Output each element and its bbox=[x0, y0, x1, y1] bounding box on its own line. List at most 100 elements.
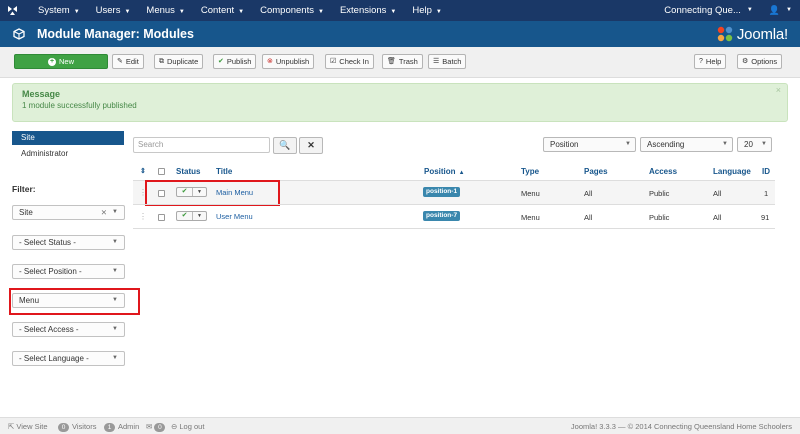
close-icon[interactable]: × bbox=[776, 85, 781, 95]
direction-select[interactable]: Ascending ▼ bbox=[640, 137, 733, 152]
page-header: Module Manager: Modules Joomla! bbox=[0, 21, 800, 47]
module-pages: All bbox=[584, 189, 593, 198]
filter-position-select[interactable]: - Select Position - ▼ bbox=[12, 264, 125, 279]
divider bbox=[133, 228, 775, 229]
logout-link[interactable]: ⊖ Log out bbox=[171, 418, 204, 434]
module-id: 1 bbox=[764, 189, 769, 198]
footer-copyright: Joomla! 3.3.3 — © 2014 Connecting Queens… bbox=[570, 422, 792, 431]
header-status[interactable]: Status bbox=[176, 167, 200, 176]
position-badge: position-7 bbox=[423, 211, 461, 221]
chevron-down-icon: ▼ bbox=[625, 141, 631, 147]
caret-down-icon: ▼ bbox=[178, 9, 185, 15]
caret-down-icon[interactable]: ▼ bbox=[193, 212, 206, 220]
module-type: Menu bbox=[521, 189, 540, 198]
batch-icon: ☰ bbox=[433, 58, 440, 65]
ordering-select[interactable]: Position ▼ bbox=[543, 137, 636, 152]
site-name-link[interactable]: Connecting Que... bbox=[664, 0, 741, 21]
highlight-box bbox=[9, 288, 140, 315]
sidebar-item-site[interactable]: Site bbox=[12, 131, 124, 145]
clear-search-button[interactable]: ✕ bbox=[299, 137, 323, 154]
edit-icon: ✎ bbox=[117, 58, 123, 65]
success-message: Message 1 module successfully published … bbox=[12, 83, 788, 122]
module-access: Public bbox=[649, 213, 670, 222]
header-access[interactable]: Access bbox=[649, 167, 677, 176]
mail-icon: ✉ bbox=[146, 422, 153, 431]
module-id: 91 bbox=[761, 213, 770, 222]
top-nav: System ▼ Users ▼ Menus ▼ Content ▼ Component… bbox=[0, 0, 800, 21]
search-button[interactable]: 🔍 bbox=[273, 137, 297, 154]
menu-menus[interactable]: Menus ▼ bbox=[146, 0, 184, 21]
unpublish-button[interactable]: ⊗ Unpublish bbox=[262, 54, 315, 69]
caret-down-icon: ▼ bbox=[238, 9, 245, 15]
module-language: All bbox=[713, 189, 722, 198]
publish-button[interactable]: ✔ Publish bbox=[213, 54, 257, 69]
toolbar: + New ✎ Edit ⧉ Duplicate ✔ Publish ⊗ Unpublis… bbox=[0, 47, 800, 78]
caret-down-icon: ▼ bbox=[786, 7, 792, 13]
header-id[interactable]: ID bbox=[762, 167, 770, 176]
header-pages[interactable]: Pages bbox=[584, 167, 608, 176]
sidebar-item-administrator[interactable]: Administrator bbox=[12, 147, 124, 161]
chevron-down-icon: ▼ bbox=[112, 209, 118, 215]
chevron-down-icon: ▼ bbox=[761, 141, 767, 147]
menu-components[interactable]: Components ▼ bbox=[260, 0, 324, 21]
menu-content[interactable]: Content ▼ bbox=[201, 0, 244, 21]
batch-button[interactable]: ☰ Batch bbox=[428, 54, 467, 69]
module-type: Menu bbox=[521, 213, 540, 222]
joomla-brand: Joomla! bbox=[716, 25, 788, 43]
messages-indicator[interactable]: ✉ 0 bbox=[146, 418, 168, 434]
joomla-logo-icon[interactable] bbox=[6, 4, 19, 17]
row-checkbox[interactable] bbox=[158, 214, 165, 221]
view-site-link[interactable]: ⇱ View Site bbox=[8, 418, 48, 434]
caret-down-icon: ▼ bbox=[390, 9, 397, 15]
module-title-link[interactable]: User Menu bbox=[216, 212, 253, 221]
caret-down-icon: ▼ bbox=[73, 9, 80, 15]
caret-down-icon: ▼ bbox=[124, 9, 131, 15]
edit-button[interactable]: ✎ Edit bbox=[112, 54, 144, 69]
menu-users[interactable]: Users ▼ bbox=[96, 0, 131, 21]
drag-handle-icon[interactable]: ⋮ bbox=[139, 212, 147, 221]
visitors-indicator: 0 Visitors bbox=[58, 418, 96, 434]
menu-help[interactable]: Help ▼ bbox=[412, 0, 442, 21]
header-position[interactable]: Position ▲ bbox=[424, 167, 465, 176]
header-type[interactable]: Type bbox=[521, 167, 539, 176]
chevron-down-icon: ▼ bbox=[722, 141, 728, 147]
caret-down-icon: ▼ bbox=[746, 7, 753, 13]
menu-system[interactable]: System ▼ bbox=[38, 0, 80, 21]
sort-ordering-icon[interactable]: ⇕ bbox=[140, 167, 146, 175]
module-access: Public bbox=[649, 189, 670, 198]
new-button[interactable]: + New bbox=[14, 54, 108, 69]
limit-select[interactable]: 20 ▼ bbox=[737, 137, 772, 152]
clear-icon[interactable]: ✕ bbox=[101, 206, 107, 219]
module-language: All bbox=[713, 213, 722, 222]
search-input[interactable]: Search bbox=[133, 137, 270, 153]
status-toggle[interactable]: ✔ ▼ bbox=[176, 211, 207, 221]
trash-button[interactable]: 🗑 Trash bbox=[382, 54, 423, 69]
filter-access-select[interactable]: - Select Access - ▼ bbox=[12, 322, 125, 337]
filter-status-select[interactable]: - Select Status - ▼ bbox=[12, 235, 125, 250]
filter-client-select[interactable]: Site ✕ ▼ bbox=[12, 205, 125, 220]
check-icon: ✔ bbox=[218, 58, 224, 65]
duplicate-button[interactable]: ⧉ Duplicate bbox=[154, 54, 204, 69]
search-icon: 🔍 bbox=[279, 140, 291, 150]
unpublish-icon: ⊗ bbox=[267, 58, 273, 65]
checkin-button[interactable]: ☑ Check In bbox=[325, 54, 374, 69]
chevron-down-icon: ▼ bbox=[112, 239, 118, 245]
menu-extensions[interactable]: Extensions ▼ bbox=[340, 0, 396, 21]
select-all-checkbox[interactable] bbox=[158, 168, 165, 175]
status-footer: ⇱ View Site 0 Visitors 1 Admin ✉ 0 ⊖ Log o… bbox=[0, 417, 800, 434]
gear-icon: ⚙ bbox=[742, 58, 749, 65]
caret-down-icon: ▼ bbox=[435, 9, 442, 15]
brand-text: Joomla! bbox=[736, 25, 788, 43]
cube-icon bbox=[13, 28, 25, 40]
user-icon[interactable]: 👤 bbox=[769, 0, 780, 21]
copy-icon: ⧉ bbox=[159, 58, 164, 65]
options-button[interactable]: ⚙ Options bbox=[737, 54, 783, 69]
checkbox-icon: ☑ bbox=[330, 58, 337, 65]
help-button[interactable]: ? Help bbox=[694, 54, 727, 69]
external-link-icon: ⇱ bbox=[8, 422, 15, 431]
message-text: 1 module successfully published bbox=[22, 101, 137, 110]
header-language[interactable]: Language bbox=[713, 167, 751, 176]
module-pages: All bbox=[584, 213, 593, 222]
header-title[interactable]: Title bbox=[216, 167, 232, 176]
filter-language-select[interactable]: - Select Language - ▼ bbox=[12, 351, 125, 366]
